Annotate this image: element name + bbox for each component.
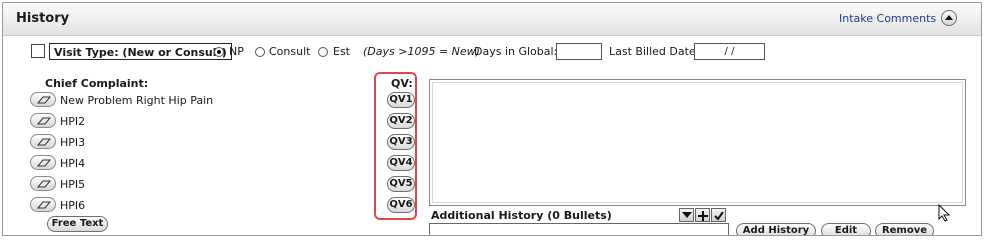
confirm-button[interactable]	[711, 208, 726, 222]
days-in-global-input[interactable]	[556, 43, 602, 60]
eraser-icon	[37, 117, 51, 125]
panel-title: History	[16, 11, 70, 26]
chief-complaint-item[interactable]: HPI6	[60, 199, 85, 212]
radio-consult[interactable]	[255, 47, 265, 57]
eraser-icon	[37, 96, 51, 104]
chief-complaint-item[interactable]: New Problem Right Hip Pain	[60, 94, 213, 107]
visit-type-checkbox[interactable]	[31, 44, 45, 58]
additional-history-input[interactable]	[429, 223, 729, 235]
radio-np-label: NP	[229, 45, 244, 58]
qv3-button[interactable]: QV3	[387, 134, 415, 150]
chief-complaint-item[interactable]: HPI2	[60, 115, 85, 128]
erase-button-2[interactable]	[30, 113, 56, 128]
checkmark-icon	[714, 211, 724, 221]
chief-complaint-label: Chief Complaint:	[45, 77, 149, 90]
last-billed-label: Last Billed Date:	[609, 45, 700, 58]
chief-complaint-item[interactable]: HPI3	[60, 136, 85, 149]
eraser-icon	[37, 201, 51, 209]
additional-history-label: Additional History (0 Bullets)	[431, 209, 612, 222]
triangle-down-icon	[682, 212, 692, 218]
last-billed-date-input[interactable]: / /	[694, 43, 765, 60]
eraser-icon	[37, 138, 51, 146]
erase-button-6[interactable]	[30, 197, 56, 212]
chief-complaint-item[interactable]: HPI5	[60, 178, 85, 191]
chief-complaint-item[interactable]: HPI4	[60, 157, 85, 170]
history-panel: History Intake Comments Visit Type: (New…	[2, 2, 982, 236]
days-note: (Days >1095 = New)	[363, 45, 480, 58]
collapse-button[interactable]	[941, 10, 957, 26]
radio-est[interactable]	[318, 47, 328, 57]
history-textarea[interactable]	[429, 79, 966, 206]
days-in-global-label: Days in Global:	[474, 45, 558, 58]
intake-comments-link[interactable]: Intake Comments	[839, 12, 936, 25]
plus-icon	[698, 211, 708, 221]
radio-consult-label: Consult	[269, 45, 311, 58]
chevron-up-icon	[945, 15, 953, 20]
add-history-button[interactable]: Add History	[736, 223, 816, 235]
dropdown-button[interactable]	[679, 208, 694, 222]
qv5-button[interactable]: QV5	[387, 176, 415, 192]
qv6-button[interactable]: QV6	[387, 197, 415, 213]
erase-button-3[interactable]	[30, 134, 56, 149]
erase-button-5[interactable]	[30, 176, 56, 191]
mouse-pointer-icon	[938, 203, 951, 225]
free-text-button[interactable]: Free Text	[47, 216, 108, 232]
qv-label: QV:	[391, 77, 413, 90]
radio-est-label: Est	[333, 45, 350, 58]
qv2-button[interactable]: QV2	[387, 113, 415, 129]
erase-button-4[interactable]	[30, 155, 56, 170]
panel-header: History Intake Comments	[3, 3, 981, 36]
qv1-button[interactable]: QV1	[387, 92, 415, 108]
add-bullet-button[interactable]	[695, 208, 710, 222]
erase-button-1[interactable]	[30, 92, 56, 107]
eraser-icon	[37, 159, 51, 167]
remove-button[interactable]: Remove	[875, 223, 934, 235]
eraser-icon	[37, 180, 51, 188]
edit-button[interactable]: Edit	[821, 223, 871, 235]
visit-type-label: Visit Type: (New or Consult)	[49, 43, 232, 60]
radio-np[interactable]	[214, 47, 224, 57]
qv4-button[interactable]: QV4	[387, 155, 415, 171]
